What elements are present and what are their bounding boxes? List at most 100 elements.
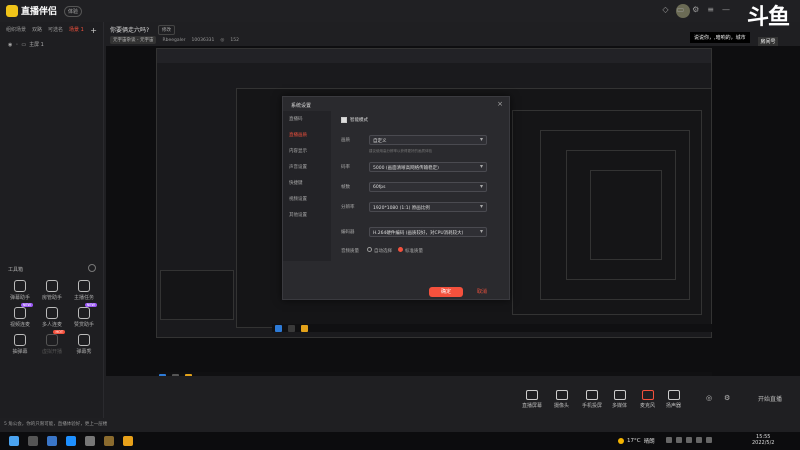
- row-label: 码率: [341, 165, 350, 170]
- tool-danmu[interactable]: 弹幕助手: [4, 280, 36, 301]
- app-icon[interactable]: [85, 436, 95, 446]
- resolution-select[interactable]: 1920*1080 (1:1) 原画比例: [369, 202, 487, 212]
- room-title[interactable]: 你要俩走六吗?: [110, 25, 149, 34]
- quality-row: 画质 自定义: [341, 135, 487, 145]
- encoder-row: 编码器 H.264硬件编码 (画质较好，对CPU消耗较大): [341, 227, 487, 237]
- menu-icon[interactable]: ≡: [707, 5, 714, 14]
- row-label: 画质: [341, 138, 350, 143]
- edge-icon[interactable]: [66, 436, 76, 446]
- checkbox-icon[interactable]: [341, 117, 347, 123]
- steam-icon[interactable]: [47, 436, 57, 446]
- radio-icon-selected[interactable]: [398, 247, 403, 252]
- fps-select[interactable]: 60fps: [369, 182, 487, 192]
- windows-start-icon[interactable]: [9, 436, 19, 446]
- speaker-button[interactable]: 扬声器: [666, 390, 681, 409]
- add-scene-icon[interactable]: +: [90, 26, 97, 35]
- nav-item[interactable]: 直播码: [283, 111, 331, 127]
- phone-cast-button[interactable]: 手机投屏: [582, 390, 602, 409]
- edit-button[interactable]: 修改: [158, 25, 175, 35]
- system-clock[interactable]: 15:55 2022/5/2: [752, 434, 774, 446]
- tray-icon[interactable]: [706, 437, 712, 443]
- bitrate-select[interactable]: 5000 (画面清晰高网络传输稳定): [369, 162, 487, 172]
- start-live-button[interactable]: 开始直播: [758, 394, 782, 403]
- tool-label: 虚拟开播: [41, 349, 62, 355]
- tab-2[interactable]: 可选名: [48, 26, 63, 35]
- settings-icon[interactable]: ⚙: [692, 5, 699, 14]
- tab-1[interactable]: 双路: [32, 26, 42, 35]
- quality-select[interactable]: 自定义: [369, 135, 487, 145]
- control-label: 扬声器: [666, 403, 682, 409]
- host-name: Rbeegaler: [162, 37, 186, 43]
- nav-item[interactable]: 视频设置: [283, 191, 331, 207]
- control-label: 摄像头: [554, 403, 570, 409]
- camera-button[interactable]: 摄像头: [554, 390, 569, 409]
- cancel-button[interactable]: 取消: [477, 287, 487, 297]
- microphone-button[interactable]: 麦克风: [640, 390, 655, 409]
- nav-item[interactable]: 内容显示: [283, 143, 331, 159]
- app-icon: [288, 324, 295, 332]
- nav-item-active[interactable]: 直播画质: [283, 127, 331, 143]
- tool-label: 弹幕助手: [9, 295, 30, 301]
- screen-capture-button[interactable]: 直播屏幕: [522, 390, 542, 409]
- radio-text: 自动选择: [374, 249, 392, 254]
- douyu-icon[interactable]: [123, 436, 133, 446]
- radio-text: 标准质量: [405, 249, 423, 254]
- room-id: 10036331: [191, 37, 215, 43]
- nav-item[interactable]: 其他设置: [283, 207, 331, 223]
- nested-toolbox: [160, 270, 234, 320]
- minimize-icon[interactable]: —: [722, 5, 730, 14]
- tool-danmu-show[interactable]: 弹幕秀: [68, 334, 100, 355]
- tool-label: 弹幕秀: [76, 349, 92, 355]
- encoder-select[interactable]: H.264硬件编码 (画质较好，对CPU消耗较大): [369, 227, 487, 237]
- search-icon[interactable]: [28, 436, 38, 446]
- tray-icon[interactable]: [676, 437, 682, 443]
- smart-mode-label: 智能模式: [350, 118, 368, 123]
- smart-mode-checkbox[interactable]: 智能模式: [341, 117, 368, 123]
- close-icon[interactable]: ×: [497, 100, 503, 108]
- tool-task[interactable]: 主播任务: [68, 280, 100, 301]
- eye-icon[interactable]: ◉: [8, 42, 12, 48]
- tool-video-link[interactable]: NEW 视频连麦: [4, 303, 36, 328]
- radio-option-auto[interactable]: 自动选择: [367, 247, 392, 254]
- message-icon[interactable]: ▭: [677, 5, 685, 14]
- tray-icon[interactable]: [666, 437, 672, 443]
- tool-reward[interactable]: NEW 赞赏助手: [68, 303, 100, 328]
- weather-widget[interactable]: 17°C 晴朗: [618, 437, 655, 445]
- radio-icon[interactable]: [367, 247, 372, 252]
- minecraft-icon[interactable]: [104, 436, 114, 446]
- speaker-icon: [667, 390, 680, 400]
- app-window: 直播伴侣 体验 ◇ ▭ ⚙ ≡ — 斗鱼 房间号 10036331 组织场景 双…: [0, 0, 800, 450]
- toolbox-settings-icon[interactable]: [88, 264, 96, 272]
- tab-3[interactable]: 场景 1: [69, 26, 84, 35]
- media-icon: [613, 390, 626, 400]
- tool-room-admin[interactable]: 房管助手: [36, 280, 68, 301]
- radio-option-standard[interactable]: 标准质量: [398, 247, 423, 254]
- camera-icon: [555, 390, 568, 400]
- category[interactable]: 元宇宙杂谈 - 元宇宙: [110, 36, 157, 44]
- tray-icon[interactable]: [686, 437, 692, 443]
- tab-0[interactable]: 组织场景: [6, 26, 26, 35]
- record-icon[interactable]: ◎: [706, 394, 712, 402]
- tray-icon[interactable]: [696, 437, 702, 443]
- tool-lottery[interactable]: 抽弹幕: [4, 334, 36, 355]
- brand-logo: 斗鱼: [746, 5, 790, 30]
- settings-icon[interactable]: ⚙: [724, 394, 730, 402]
- nav-item[interactable]: 快捷键: [283, 175, 331, 191]
- version-badge[interactable]: 体验: [64, 6, 83, 17]
- scene-item[interactable]: ◉ ◦ ▭ 主屏 1: [0, 39, 103, 50]
- nav-item[interactable]: 声音设置: [283, 159, 331, 175]
- settings-dialog: 系统设置 × 直播码 直播画质 内容显示 声音设置 快捷键 视频设置 其他设置 …: [282, 96, 510, 300]
- row-label: 编码器: [341, 230, 355, 235]
- show-icon: [78, 334, 90, 346]
- clock-date: 2022/5/2: [752, 440, 775, 446]
- system-tray: [666, 437, 712, 443]
- tool-virtual[interactable]: HOT 虚拟开播: [36, 330, 68, 355]
- microphone-icon: [641, 390, 654, 400]
- screen-icon: ▭: [21, 41, 27, 48]
- lock-icon[interactable]: ◦: [15, 42, 18, 48]
- ok-button[interactable]: 确定: [429, 287, 463, 297]
- media-button[interactable]: 多媒体: [612, 390, 627, 409]
- bottom-controls: 直播屏幕 摄像头 手机投屏 多媒体 麦克风 扬声器 ◎ ⚙ 开始直播: [104, 376, 800, 418]
- gift-icon[interactable]: ◇: [662, 5, 668, 14]
- tool-multi-link[interactable]: 多人连麦: [36, 307, 68, 328]
